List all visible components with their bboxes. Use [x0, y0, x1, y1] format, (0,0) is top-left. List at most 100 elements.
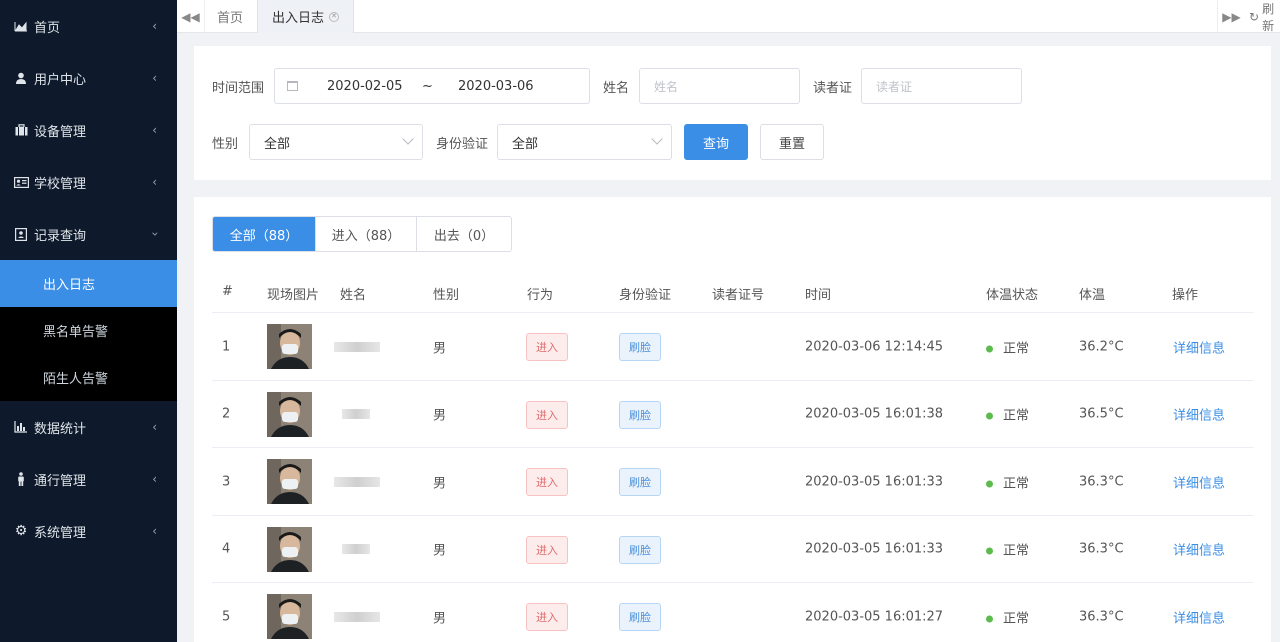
- column-header-time: 时间: [805, 288, 832, 303]
- segment-all[interactable]: 全部（88）: [213, 217, 316, 251]
- sidebar-subnav: 出入日志 黑名单告警 陌生人告警: [0, 260, 177, 401]
- temp-status: 正常: [986, 607, 1029, 626]
- reset-button[interactable]: 重置: [760, 124, 824, 160]
- row-time: 2020-03-05 16:01:33: [805, 474, 944, 490]
- person-icon: [13, 471, 29, 487]
- blurred-name: [342, 409, 370, 420]
- scene-photo[interactable]: [267, 459, 312, 505]
- sidebar-item-system[interactable]: ⚙ 系统管理 ‹: [0, 505, 177, 557]
- column-header-action: 行为: [527, 288, 554, 303]
- sidebar-item-statistics[interactable]: 数据统计 ‹: [0, 401, 177, 453]
- identity-verify-label: 身份验证: [436, 137, 489, 152]
- temp-status-text: 正常: [1003, 341, 1030, 356]
- chart-area-icon: [13, 18, 29, 34]
- tab-label: 出入日志: [272, 11, 325, 26]
- row-gender: 男: [433, 611, 447, 627]
- sidebar-item-label: 系统管理: [34, 525, 87, 541]
- status-dot-icon: [986, 480, 993, 488]
- row-time: 2020-03-05 16:01:38: [805, 406, 944, 422]
- segment-enter[interactable]: 进入（88）: [316, 217, 417, 251]
- details-link[interactable]: 详细信息: [1173, 472, 1225, 491]
- chevron-left-icon: ‹: [152, 71, 157, 85]
- temp-status-text: 正常: [1003, 543, 1030, 559]
- column-header-temperature: 体温: [1079, 288, 1106, 303]
- action-tag: 进入: [526, 535, 568, 564]
- blurred-name: [334, 476, 380, 487]
- chevron-left-icon: ‹: [152, 524, 157, 538]
- row-gender: 男: [433, 543, 447, 559]
- sidebar-item-records[interactable]: 记录查询 ‹: [0, 208, 177, 260]
- identity-verify-select[interactable]: 全部: [497, 124, 672, 160]
- status-dot-icon: [986, 547, 993, 555]
- details-link[interactable]: 详细信息: [1173, 337, 1225, 356]
- reader-card-input[interactable]: 读者证: [861, 68, 1022, 104]
- sidebar-subitem-stranger-alert[interactable]: 陌生人告警: [0, 354, 177, 401]
- temp-status-text: 正常: [1003, 476, 1030, 492]
- row-time: 2020-03-05 16:01:27: [805, 609, 944, 625]
- scene-photo[interactable]: [267, 526, 312, 572]
- name-placeholder: 姓名: [654, 79, 679, 94]
- close-icon[interactable]: ✕: [329, 11, 340, 22]
- sidebar-item-device[interactable]: 设备管理 ‹: [0, 104, 177, 156]
- segment-exit[interactable]: 出去（0）: [417, 217, 511, 251]
- gender-label: 性别: [212, 137, 239, 152]
- scene-photo[interactable]: [267, 594, 312, 640]
- gender-select[interactable]: 全部: [249, 124, 423, 160]
- date-range-picker[interactable]: 2020-02-05 ~ 2020-03-06: [274, 68, 590, 104]
- verify-tag: 刷脸: [619, 535, 661, 564]
- query-button[interactable]: 查询: [684, 124, 748, 160]
- tab-access-log[interactable]: 出入日志 ✕: [257, 0, 355, 33]
- sidebar-item-label: 首页: [34, 20, 61, 36]
- row-temperature: 36.3°C: [1079, 474, 1124, 490]
- sidebar-item-label: 通行管理: [34, 473, 87, 489]
- chevron-down-icon: ‹: [147, 231, 162, 237]
- scene-photo[interactable]: [267, 391, 312, 437]
- row-gender: 男: [433, 341, 447, 356]
- status-dot-icon: [986, 615, 993, 623]
- tab-home[interactable]: 首页: [217, 0, 243, 33]
- table-row: 1 男 进入 刷脸 2020-03-06 12:14:45 正常 36.2°C 详细信息: [212, 312, 1253, 380]
- chevron-left-icon: ‹: [152, 420, 157, 434]
- details-link[interactable]: 详细信息: [1173, 607, 1225, 626]
- sidebar-item-access-control[interactable]: 通行管理 ‹: [0, 453, 177, 505]
- calendar-icon: [287, 81, 298, 91]
- name-input[interactable]: 姓名: [639, 68, 800, 104]
- details-link[interactable]: 详细信息: [1173, 405, 1225, 424]
- column-header-verify: 身份验证: [619, 288, 672, 303]
- chevron-left-icon: ‹: [152, 175, 157, 189]
- row-gender: 男: [433, 476, 447, 492]
- row-index: 3: [222, 474, 231, 490]
- details-link[interactable]: 详细信息: [1173, 540, 1225, 559]
- bar-chart-icon: [13, 419, 29, 435]
- scene-photo[interactable]: [267, 324, 312, 369]
- sidebar-subitem-access-log[interactable]: 出入日志: [0, 260, 177, 307]
- date-start: 2020-02-05: [327, 78, 403, 94]
- sidebar-item-label: 设备管理: [34, 124, 87, 140]
- column-header-photo: 现场图片: [267, 288, 320, 303]
- id-card-icon: [13, 174, 29, 190]
- action-tag: 进入: [526, 603, 568, 632]
- table-row: 4 男 进入 刷脸 2020-03-05 16:01:33 正常 36.3°C 详细信息: [212, 514, 1253, 583]
- row-time: 2020-03-05 16:01:33: [805, 541, 944, 557]
- sidebar-subitem-blacklist-alert[interactable]: 黑名单告警: [0, 307, 177, 354]
- sidebar-item-user-center[interactable]: 用户中心 ‹: [0, 52, 177, 104]
- tabs-scroll-right-icon[interactable]: ▶▶: [1217, 0, 1245, 33]
- refresh-button[interactable]: ↻ 刷新: [1249, 0, 1280, 33]
- row-index: 2: [222, 406, 231, 422]
- blurred-name: [334, 341, 380, 352]
- blurred-name: [342, 544, 370, 555]
- tabs-scroll-left-icon[interactable]: ◀◀: [177, 0, 205, 33]
- refresh-icon: ↻: [1249, 9, 1260, 24]
- row-temperature: 36.3°C: [1079, 541, 1124, 557]
- row-gender: 男: [433, 408, 447, 424]
- sidebar-item-home[interactable]: 首页 ‹: [0, 0, 177, 52]
- chevron-left-icon: ‹: [152, 123, 157, 137]
- temp-status-text: 正常: [1003, 408, 1030, 424]
- sidebar-item-label: 记录查询: [34, 228, 87, 244]
- action-tag: 进入: [526, 468, 568, 497]
- sidebar-item-school[interactable]: 学校管理 ‹: [0, 156, 177, 208]
- row-temperature: 36.2°C: [1079, 339, 1124, 354]
- gear-icon: ⚙: [14, 523, 28, 539]
- row-index: 1: [222, 339, 231, 354]
- sidebar-item-label: 学校管理: [34, 176, 87, 192]
